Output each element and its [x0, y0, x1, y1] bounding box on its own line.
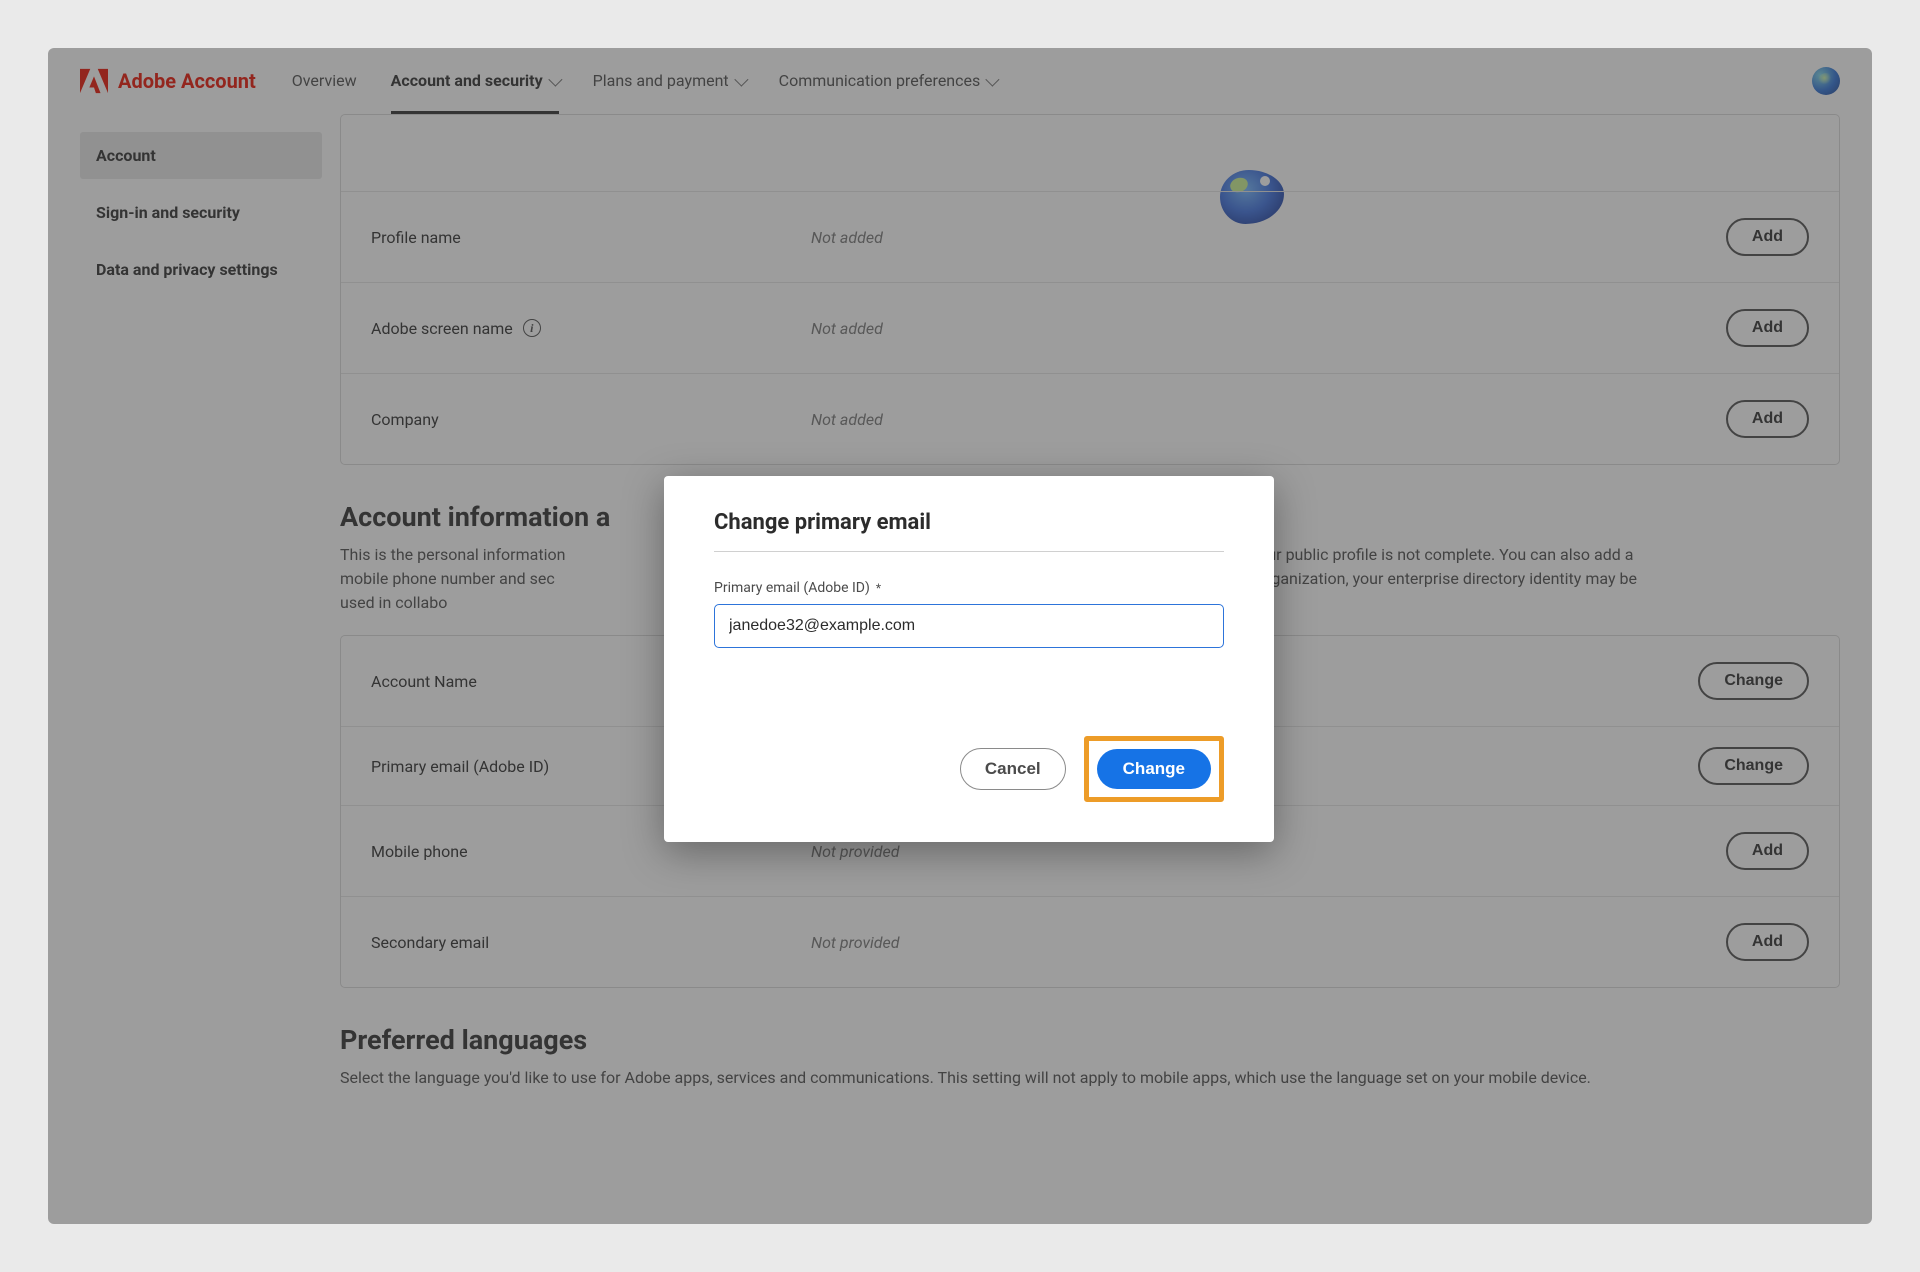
app-frame: Adobe Account Overview Account and secur…: [48, 48, 1872, 1224]
primary-email-input[interactable]: [714, 604, 1224, 648]
cancel-button[interactable]: Cancel: [960, 748, 1066, 790]
field-label-text: Primary email (Adobe ID): [714, 580, 870, 596]
field-label: Primary email (Adobe ID) *: [714, 580, 1224, 596]
confirm-button-highlight: Change: [1084, 736, 1224, 802]
dialog-actions: Cancel Change: [714, 736, 1224, 802]
required-star-icon: *: [876, 581, 881, 595]
dialog-title: Change primary email: [714, 510, 1224, 552]
change-confirm-button[interactable]: Change: [1097, 749, 1211, 789]
change-email-dialog: Change primary email Primary email (Adob…: [664, 476, 1274, 842]
